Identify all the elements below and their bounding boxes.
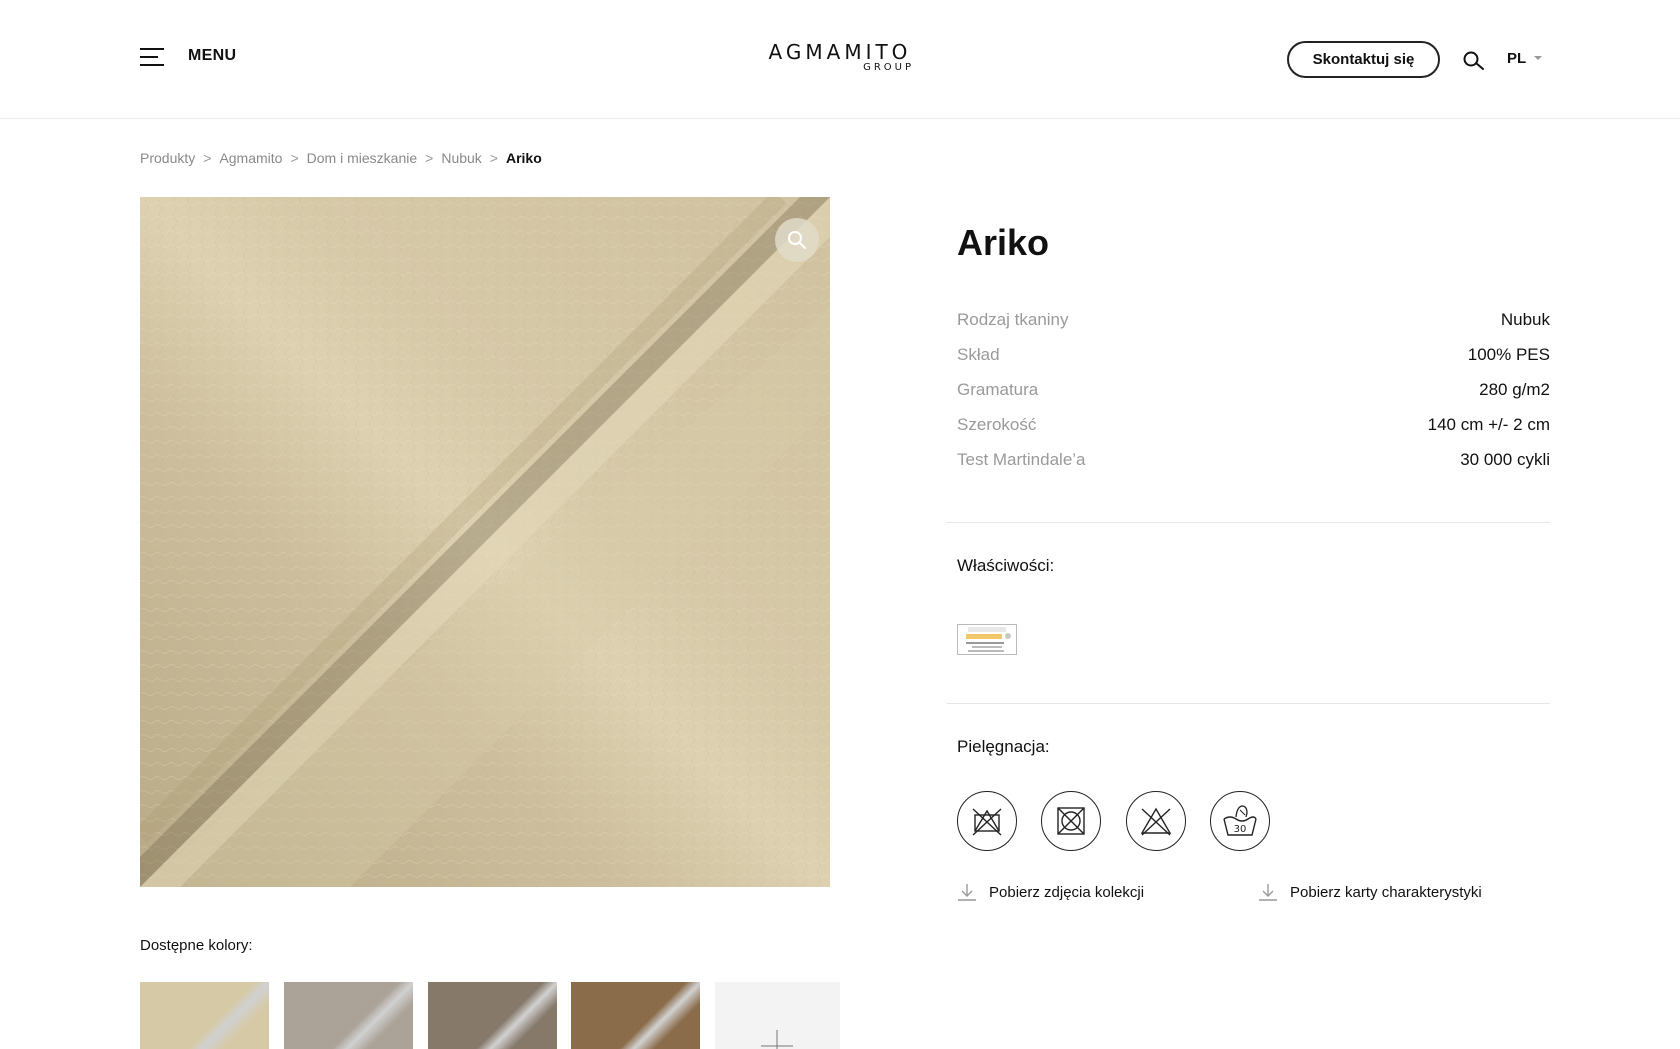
spec-row: Gramatura 280 g/m2	[957, 380, 1550, 415]
breadcrumb-item-dom-i-mieszkanie[interactable]: Dom i mieszkanie	[307, 150, 417, 166]
spec-label: Szerokość	[957, 415, 1037, 434]
more-colors-button[interactable]	[715, 982, 840, 1049]
breadcrumb-item-produkty[interactable]: Produkty	[140, 150, 195, 166]
spec-row: Test Martindale’a 30 000 cykli	[957, 450, 1550, 485]
zoom-button[interactable]	[775, 218, 819, 262]
download-icon	[1259, 884, 1277, 901]
breadcrumb-item-nubuk[interactable]: Nubuk	[441, 150, 481, 166]
specs-table: Rodzaj tkaniny Nubuk Skład 100% PES Gram…	[957, 310, 1550, 485]
logo-main-text: AGMAMITO	[768, 40, 912, 64]
spec-label: Skład	[957, 345, 1000, 364]
color-swatch[interactable]	[284, 982, 413, 1049]
properties-label: Właściwości:	[957, 556, 1055, 575]
no-bleach-icon	[957, 791, 1017, 851]
wash-temp-label: 30	[1234, 824, 1247, 835]
no-tumble-dry-icon	[1041, 791, 1101, 851]
spec-value: 140 cm +/- 2 cm	[1427, 415, 1550, 434]
breadcrumb-separator: >	[425, 150, 434, 166]
download-icon	[958, 884, 976, 901]
menu-button[interactable]: MENU	[140, 46, 236, 66]
magnifier-icon	[788, 231, 806, 249]
download-label: Pobierz karty charakterystyki	[1290, 883, 1482, 901]
section-divider	[947, 522, 1550, 523]
language-selector[interactable]: PL	[1507, 50, 1543, 67]
download-label: Pobierz zdjęcia kolekcji	[989, 883, 1145, 901]
available-colors-label: Dostępne kolory:	[140, 937, 253, 954]
download-collection-photos-link[interactable]: Pobierz zdjęcia kolekcji	[957, 882, 1144, 902]
product-title: Ariko	[957, 222, 1050, 263]
breadcrumb-item-current: Ariko	[505, 150, 542, 166]
oeko-tex-badge-icon	[957, 624, 1017, 655]
spec-label: Gramatura	[957, 380, 1039, 399]
spec-value: 280 g/m2	[1479, 380, 1550, 399]
color-swatch[interactable]	[571, 982, 700, 1049]
spec-label: Test Martindale’a	[957, 450, 1086, 469]
breadcrumb-separator: >	[489, 150, 498, 166]
download-spec-sheets-link[interactable]: Pobierz karty charakterystyki	[1258, 882, 1482, 902]
spec-value: 100% PES	[1467, 345, 1550, 364]
color-swatch[interactable]	[428, 982, 557, 1049]
spec-row: Szerokość 140 cm +/- 2 cm	[957, 415, 1550, 450]
breadcrumb-item-agmamito[interactable]: Agmamito	[219, 150, 282, 166]
spec-value: Nubuk	[1500, 310, 1550, 329]
language-label: PL	[1507, 50, 1527, 67]
hand-wash-30-icon: 30	[1210, 791, 1270, 851]
chevron-down-icon	[1534, 55, 1543, 60]
color-swatch[interactable]	[140, 982, 269, 1049]
care-label: Pielęgnacja:	[957, 737, 1050, 756]
site-logo[interactable]: AGMAMITO GROUP	[764, 42, 916, 73]
breadcrumb: Produkty > Agmamito > Dom i mieszkanie >…	[140, 150, 542, 166]
spec-label: Rodzaj tkaniny	[957, 310, 1069, 329]
section-divider	[947, 703, 1550, 704]
no-dry-clean-icon	[1126, 791, 1186, 851]
plus-icon	[761, 1030, 793, 1049]
breadcrumb-separator: >	[290, 150, 299, 166]
menu-label: MENU	[188, 47, 237, 64]
spec-row: Skład 100% PES	[957, 345, 1550, 380]
hamburger-icon	[140, 46, 164, 66]
breadcrumb-separator: >	[203, 150, 212, 166]
spec-row: Rodzaj tkaniny Nubuk	[957, 310, 1550, 345]
site-header: MENU AGMAMITO GROUP Skontaktuj się PL	[0, 0, 1680, 119]
product-image[interactable]	[140, 197, 830, 887]
spec-value: 30 000 cykli	[1460, 450, 1550, 469]
search-icon[interactable]	[1462, 50, 1486, 72]
contact-button[interactable]: Skontaktuj się	[1287, 41, 1440, 78]
